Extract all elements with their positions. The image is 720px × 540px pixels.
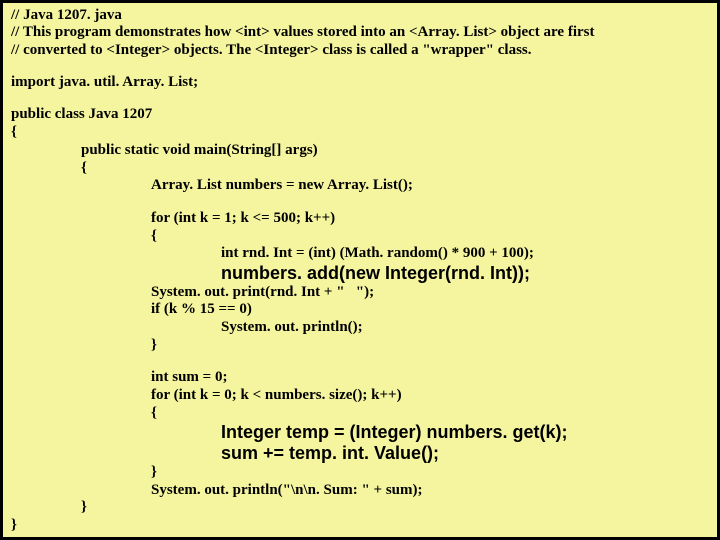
class-open-brace: { <box>11 124 709 142</box>
for2-open-brace: { <box>11 405 709 423</box>
decl-numbers: Array. List numbers = new Array. List(); <box>11 177 709 195</box>
println-blank: System. out. println(); <box>11 319 709 337</box>
main-signature: public static void main(String[] args) <box>11 142 709 160</box>
comment-line-1: // Java 1207. java <box>11 7 709 24</box>
comment-line-2: // This program demonstrates how <int> v… <box>11 24 709 41</box>
for1-close-brace: } <box>11 337 709 355</box>
for1-open-brace: { <box>11 228 709 246</box>
numbers-add-line: numbers. add(new Integer(rnd. Int)); <box>11 263 709 284</box>
for-loop-2: for (int k = 0; k < numbers. size(); k++… <box>11 387 709 405</box>
blank-line <box>11 195 709 210</box>
print-rnd: System. out. print(rnd. Int + " "); <box>11 284 709 302</box>
sum-decl: int sum = 0; <box>11 369 709 387</box>
blank-line <box>11 91 709 106</box>
class-close-brace: } <box>11 517 709 535</box>
rnd-int-decl: int rnd. Int = (int) (Math. random() * 9… <box>11 245 709 263</box>
code-slide: { "comments": { "l1": "// Java 1207. jav… <box>0 0 720 540</box>
for2-close-brace: } <box>11 464 709 482</box>
for-loop-1: for (int k = 1; k <= 500; k++) <box>11 210 709 228</box>
main-close-brace: } <box>11 499 709 517</box>
blank-line <box>11 59 709 74</box>
println-sum: System. out. println("\n\n. Sum: " + sum… <box>11 482 709 500</box>
main-open-brace: { <box>11 160 709 178</box>
comment-line-3: // converted to <Integer> objects. The <… <box>11 42 709 59</box>
if-mod-15: if (k % 15 == 0) <box>11 301 709 319</box>
import-stmt: import java. util. Array. List; <box>11 74 709 92</box>
class-declaration: public class Java 1207 <box>11 106 709 124</box>
integer-temp-line: Integer temp = (Integer) numbers. get(k)… <box>11 422 709 443</box>
sum-plus-line: sum += temp. int. Value(); <box>11 443 709 464</box>
blank-line <box>11 354 709 369</box>
